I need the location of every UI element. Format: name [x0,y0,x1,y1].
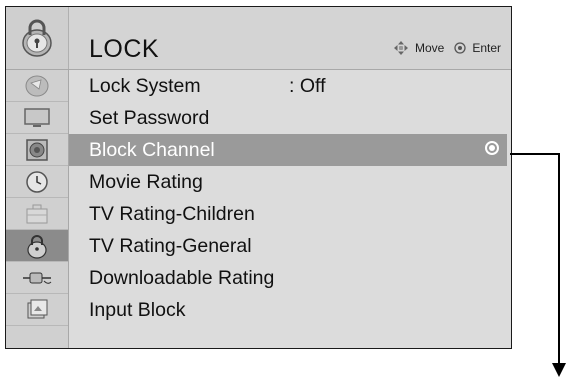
menu-item-label: Input Block [89,298,186,321]
sidebar-item-time[interactable] [6,166,68,198]
sidebar-item-audio[interactable] [6,134,68,166]
dpad-arrows-icon [393,41,408,55]
menu-item-tv-rating-general[interactable]: TV Rating-General [69,230,511,262]
menu-item-downloadable-rating[interactable]: Downloadable Rating [69,262,511,294]
menu-item-label: Block Channel [89,138,215,161]
lock-icon [22,19,52,57]
sidebar-item-input[interactable] [6,262,68,294]
menu-header: LOCK Move Enter [6,7,511,70]
sidebar-item-option[interactable] [6,198,68,230]
sidebar-item-display[interactable] [6,102,68,134]
lock-icon [27,234,47,259]
enter-circle-icon [454,42,466,54]
menu-item-lock-system[interactable]: Lock System : Off [69,70,511,102]
menu-item-movie-rating[interactable]: Movie Rating [69,166,511,198]
lock-menu-panel: LOCK Move Enter Lock System: Off Set Pa… [5,6,512,349]
sidebar-item-lock[interactable] [6,230,68,262]
display-icon [24,107,50,127]
lock-system-value: : Off [289,74,326,97]
picture-icon [25,75,49,96]
menu-item-label: Set Password [89,106,210,129]
menu-item-label: Downloadable Rating [89,266,275,289]
briefcase-icon [26,204,48,223]
move-hint-label: Move [414,41,445,55]
sidebar-item-media[interactable] [6,294,68,326]
menu-item-label: TV Rating-Children [89,202,255,225]
menu-item-label: Movie Rating [89,170,203,193]
sidebar-item-picture[interactable] [6,70,68,102]
input-plug-icon [23,272,52,284]
media-icon [27,299,48,318]
move-hint: Move [393,40,444,56]
menu-item-tv-rating-children[interactable]: TV Rating-Children [69,198,511,230]
key-hints: Move Enter [383,40,501,56]
menu-item-set-password[interactable]: Set Password [69,102,511,134]
category-icon-column [6,70,69,348]
enter-hint-label: Enter [472,41,501,55]
menu-item-input-block[interactable]: Input Block [69,294,511,326]
header-icon-cell [6,7,69,69]
clock-icon [26,170,48,193]
menu-item-block-channel[interactable]: Block Channel [69,134,507,166]
page-title: LOCK [89,35,160,63]
menu-item-label: Lock System [89,74,201,97]
callout-line-vertical [558,153,560,365]
speaker-icon [26,138,48,161]
enter-hint: Enter [454,41,501,55]
callout-arrowhead-icon [552,363,566,377]
callout-line-horizontal [510,153,560,155]
menu-item-label: TV Rating-General [89,234,252,257]
enter-indicator-icon [485,141,499,155]
menu-list: Lock System : Off Set Password Block Cha… [69,70,511,348]
